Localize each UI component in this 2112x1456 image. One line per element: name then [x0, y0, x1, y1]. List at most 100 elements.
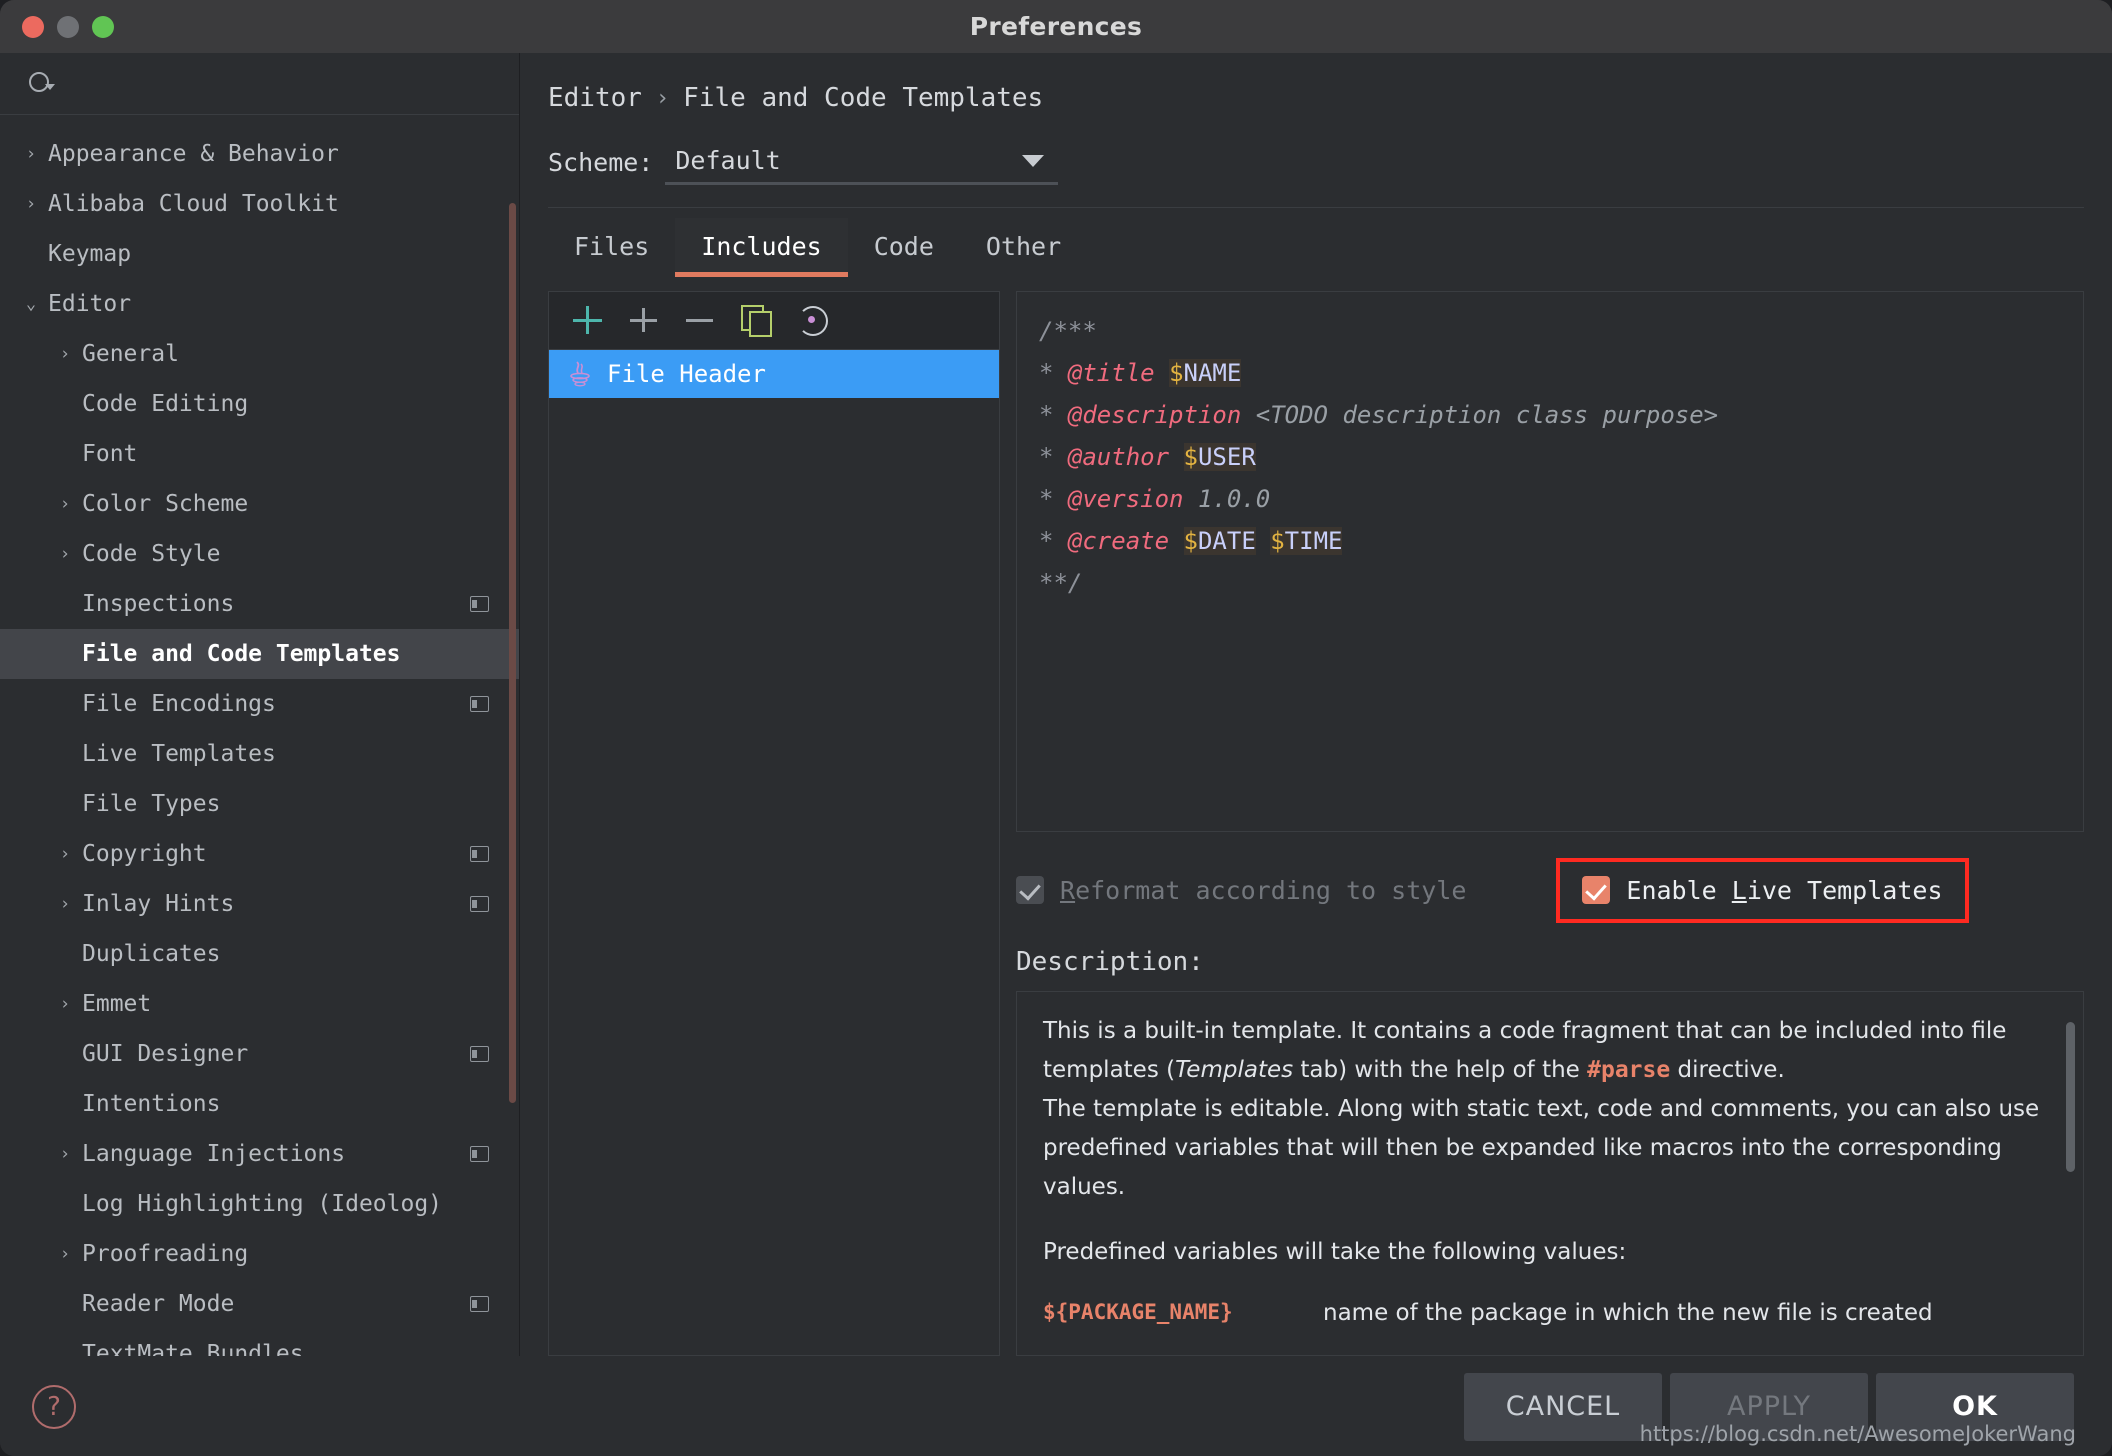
sidebar-item-label: TextMate Bundles	[82, 1341, 304, 1356]
close-window-button[interactable]	[22, 15, 44, 38]
help-icon[interactable]: ?	[32, 1384, 76, 1429]
watermark: https://blog.csdn.net/AwesomeJokerWang	[1639, 1422, 2076, 1446]
chevron-icon[interactable]: ›	[48, 894, 82, 914]
description-scrollbar[interactable]	[2066, 1021, 2075, 1172]
sidebar-item-duplicates[interactable]: Duplicates	[0, 929, 519, 979]
template-tabs: Files Includes Code Other	[520, 208, 2112, 277]
sidebar-item-color-scheme[interactable]: › Color Scheme	[0, 479, 519, 529]
sidebar-item-textmate-bundles[interactable]: TextMate Bundles	[0, 1329, 519, 1356]
scheme-value: Default	[675, 146, 781, 175]
minus-icon[interactable]	[683, 303, 717, 337]
template-list: File Header	[549, 349, 999, 398]
variables-table: ${PACKAGE_NAME} name of the package in wh…	[1043, 1299, 2057, 1355]
settings-sync-icon	[470, 596, 489, 612]
sidebar-item-label: Intentions	[82, 1091, 221, 1117]
settings-tree: › Appearance & Behavior › Alibaba Cloud Too…	[0, 115, 519, 1356]
sidebar-item-emmet[interactable]: › Emmet	[0, 979, 519, 1029]
sidebar-item-editor[interactable]: ⌄ Editor	[0, 279, 519, 329]
chevron-icon[interactable]: ›	[48, 994, 82, 1014]
chevron-icon[interactable]: ›	[48, 1144, 82, 1164]
description-templates-word: Templates	[1175, 1056, 1294, 1083]
sidebar-item-copyright[interactable]: › Copyright	[0, 829, 519, 879]
sidebar-item-label: Editor	[48, 291, 132, 317]
sidebar-item-file-types[interactable]: File Types	[0, 779, 519, 829]
tab-includes[interactable]: Includes	[675, 217, 849, 277]
sidebar-item-proofreading[interactable]: › Proofreading	[0, 1229, 519, 1279]
tab-other[interactable]: Other	[960, 218, 1087, 277]
chevron-icon[interactable]: ›	[48, 494, 82, 514]
scheme-dropdown[interactable]: Default	[665, 139, 1059, 185]
sidebar-item-label: Live Templates	[82, 741, 276, 767]
cancel-button[interactable]: CANCEL	[1464, 1372, 1662, 1441]
enable-live-templates-checkbox[interactable]: Enable Live Templates	[1556, 857, 1969, 923]
chevron-icon[interactable]: ›	[14, 144, 48, 164]
sidebar-item-code-editing[interactable]: Code Editing	[0, 379, 519, 429]
template-variable: $DATE	[1183, 526, 1256, 555]
description-text-b: tab) with the help of the	[1293, 1056, 1588, 1083]
add-template-icon[interactable]	[571, 303, 605, 337]
sidebar-item-general[interactable]: › General	[0, 329, 519, 379]
sidebar-item-intentions[interactable]: Intentions	[0, 1079, 519, 1129]
copy-icon[interactable]	[739, 303, 773, 338]
chevron-icon[interactable]: ›	[48, 544, 82, 564]
code-token: <TODO description class purpose>	[1241, 400, 1719, 429]
chevron-icon[interactable]: ⌄	[14, 294, 48, 314]
template-code-editor[interactable]: /*** * @title $NAME * @description <TODO…	[1016, 290, 2084, 832]
sidebar-item-language-injections[interactable]: › Language Injections	[0, 1129, 519, 1179]
sidebar-item-inspections[interactable]: Inspections	[0, 579, 519, 629]
code-token: @version	[1067, 484, 1184, 513]
minimize-window-button[interactable]	[57, 15, 79, 38]
sidebar-item-appearance-behavior[interactable]: › Appearance & Behavior	[0, 129, 519, 179]
breadcrumb: Editor › File and Code Templates	[520, 53, 2112, 113]
code-token: /***	[1039, 316, 1097, 345]
sidebar-item-code-style[interactable]: › Code Style	[0, 529, 519, 579]
tab-code[interactable]: Code	[848, 218, 960, 277]
main-panel: Editor › File and Code Templates Scheme:…	[520, 53, 2112, 1356]
description-paragraph-1: This is a built-in template. It contains…	[1043, 1012, 2057, 1090]
sidebar-item-file-and-code-templates[interactable]: File and Code Templates	[0, 629, 519, 679]
sidebar-item-keymap[interactable]: Keymap	[0, 229, 519, 279]
search-row[interactable]	[0, 53, 519, 115]
reformat-according-to-style-checkbox[interactable]: Reformat according to style	[1016, 876, 1466, 905]
sidebar-item-live-templates[interactable]: Live Templates	[0, 729, 519, 779]
code-token: @author	[1067, 442, 1170, 471]
chevron-icon[interactable]: ›	[48, 1244, 82, 1264]
tab-files[interactable]: Files	[548, 218, 675, 277]
checkbox-box[interactable]	[1582, 876, 1611, 905]
sidebar-item-font[interactable]: Font	[0, 429, 519, 479]
chevron-icon[interactable]: ›	[48, 844, 82, 864]
description-text-c: directive.	[1670, 1056, 1785, 1083]
sidebar-item-inlay-hints[interactable]: › Inlay Hints	[0, 879, 519, 929]
sidebar-item-file-encodings[interactable]: File Encodings	[0, 679, 519, 729]
sidebar-item-label: Code Style	[82, 541, 221, 567]
code-token: *	[1039, 358, 1068, 387]
sidebar-item-label: File and Code Templates	[82, 641, 401, 667]
chevron-icon[interactable]: ›	[48, 344, 82, 364]
template-name: File Header	[607, 359, 766, 388]
sidebar-item-label: Copyright	[82, 841, 207, 867]
checkbox-box[interactable]	[1016, 876, 1044, 905]
sidebar-scrollbar[interactable]	[509, 203, 516, 1103]
sidebar-item-alibaba-cloud-toolkit[interactable]: › Alibaba Cloud Toolkit	[0, 179, 519, 229]
reset-icon[interactable]	[795, 303, 829, 337]
java-file-icon	[567, 359, 593, 389]
list-item[interactable]: File Header	[549, 349, 999, 398]
parse-directive: #parse	[1587, 1056, 1671, 1083]
scheme-label: Scheme:	[548, 147, 654, 177]
sidebar-item-reader-mode[interactable]: Reader Mode	[0, 1279, 519, 1329]
content-panes: File Header /*** * @title $NAME * @descr…	[520, 277, 2112, 1356]
code-token: 1.0.0	[1183, 484, 1271, 513]
chevron-down-icon	[1022, 154, 1045, 167]
maximize-window-button[interactable]	[92, 15, 114, 38]
code-line: **/	[1039, 562, 2061, 604]
sidebar-item-label: Color Scheme	[82, 491, 249, 517]
sidebar-item-gui-designer[interactable]: GUI Designer	[0, 1029, 519, 1079]
variable-name: ${PACKAGE_NAME}	[1043, 1299, 1233, 1324]
chevron-icon[interactable]: ›	[14, 194, 48, 214]
breadcrumb-root[interactable]: Editor	[548, 83, 642, 113]
template-variable: $NAME	[1169, 358, 1242, 387]
settings-sync-icon	[470, 1146, 489, 1162]
sidebar-item-log-highlighting-ideolog[interactable]: Log Highlighting (Ideolog)	[0, 1179, 519, 1229]
search-input[interactable]	[70, 70, 493, 97]
plus-icon[interactable]	[627, 303, 661, 337]
